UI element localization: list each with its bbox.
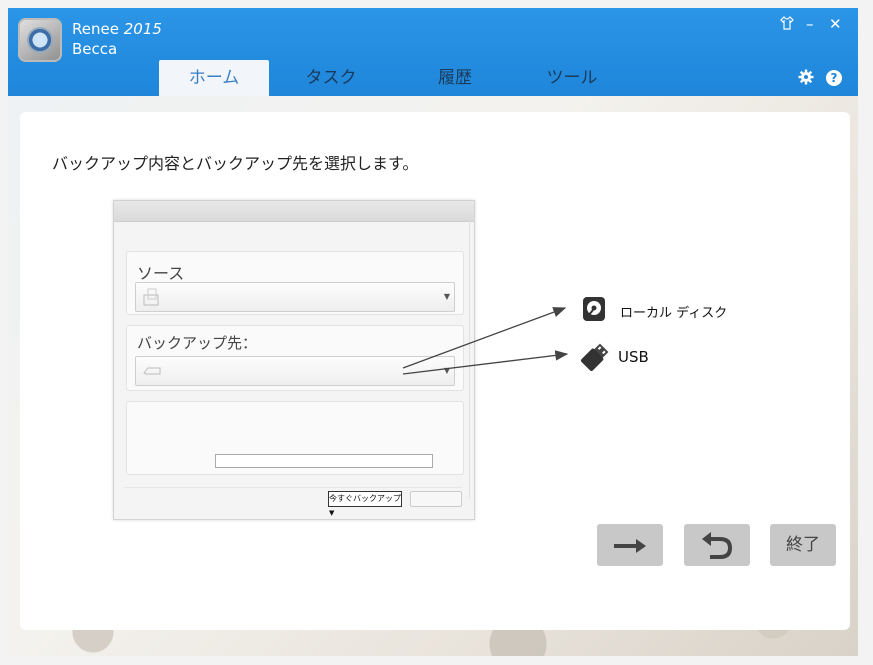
finish-button[interactable]: 終了 (770, 524, 836, 566)
app-subtitle: Becca (72, 40, 118, 58)
help-icon[interactable]: ? (826, 70, 842, 86)
header-bar: Renee 2015 Becca – ✕ ホーム タスク 履歴 ツール ? (8, 8, 858, 96)
main-panel: バックアップ内容とバックアップ先を選択します。 ソース ▼ バックアップ先： ▼… (20, 112, 850, 630)
next-button[interactable] (597, 524, 663, 566)
app-title: Renee 2015 (72, 20, 162, 38)
usb-drive-icon (580, 342, 610, 372)
arrow-to-usb (402, 350, 569, 375)
app-window: Renee 2015 Becca – ✕ ホーム タスク 履歴 ツール ? バッ… (8, 8, 858, 656)
shirt-icon[interactable] (780, 16, 794, 33)
close-button[interactable]: ✕ (829, 16, 842, 32)
tab-home[interactable]: ホーム (159, 60, 269, 96)
safe-logo-icon (18, 18, 62, 62)
minimize-button[interactable]: – (806, 16, 814, 32)
usb-label: USB (618, 348, 649, 366)
tab-history[interactable]: 履歴 (400, 60, 510, 96)
hard-disk-icon (582, 296, 606, 322)
gear-icon[interactable] (798, 69, 814, 85)
local-disk-label: ローカル ディスク (620, 306, 728, 321)
back-button[interactable] (684, 524, 750, 566)
arrow-to-local-disk (402, 307, 567, 369)
tab-tasks[interactable]: タスク (276, 60, 386, 96)
tab-tools[interactable]: ツール (517, 60, 627, 96)
